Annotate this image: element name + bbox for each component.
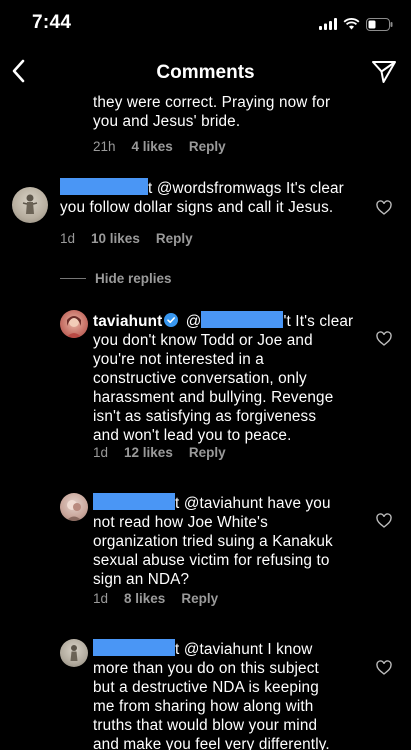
- comment-line: they were correct. Praying now for: [93, 94, 331, 111]
- hide-replies-button[interactable]: Hide replies: [60, 271, 172, 286]
- comment-line: truths that would blow your mind: [93, 717, 318, 734]
- comment-line: harassment and bullying. Revenge: [93, 389, 334, 406]
- comment-line: you follow dollar signs and call it Jesu…: [60, 199, 334, 216]
- comment-line: you and Jesus' bride.: [93, 113, 241, 130]
- comment-text: t @taviahunt I know more than you do on …: [93, 639, 383, 750]
- comment-line: more than you do on this subject: [93, 660, 319, 677]
- status-bar: 7:44: [0, 0, 411, 48]
- reply-button[interactable]: Reply: [156, 231, 193, 246]
- person-silhouette-icon: [22, 194, 38, 214]
- signal-icon: [319, 18, 337, 30]
- status-icons: [319, 16, 393, 32]
- comment-text: taviahunt @ 't It's clear you don't know …: [93, 311, 383, 445]
- redacted-username: [201, 311, 284, 328]
- status-time: 7:44: [32, 12, 72, 33]
- heart-outline-icon[interactable]: [376, 200, 392, 216]
- hide-replies-label: Hide replies: [95, 271, 172, 286]
- heart-outline-icon[interactable]: [376, 660, 392, 676]
- username-suffix: t: [175, 641, 180, 658]
- comment-line: you don't know Todd or Joe and: [93, 332, 313, 349]
- comment-likes[interactable]: 12 likes: [124, 445, 173, 460]
- person-silhouette-icon: [70, 645, 78, 661]
- reply-button[interactable]: Reply: [189, 445, 226, 460]
- avatar[interactable]: [60, 493, 88, 521]
- comment-time: 1d: [93, 591, 109, 606]
- comment-meta: 1d 12 likes Reply: [93, 445, 242, 460]
- redacted-username: [60, 178, 148, 195]
- navigation-bar: Comments: [0, 48, 411, 96]
- paper-plane-icon[interactable]: [370, 58, 398, 86]
- comment-line: but a destructive NDA is keeping: [93, 679, 319, 696]
- mention-prefix: @: [185, 313, 202, 330]
- comment-time: 21h: [93, 139, 116, 154]
- username-suffix: t: [148, 180, 153, 197]
- verified-badge-icon: [164, 313, 179, 327]
- comment-meta: 1d 10 likes Reply: [60, 231, 209, 246]
- comment-line: taviahunt @ 't It's clear: [93, 311, 383, 331]
- comment-line: and won't lead you to peace.: [93, 427, 292, 444]
- comment-text: they were correct. Praying now for you a…: [93, 93, 393, 131]
- comment-likes[interactable]: 8 likes: [124, 591, 165, 606]
- redacted-username: [93, 493, 175, 510]
- heart-outline-icon[interactable]: [376, 513, 392, 529]
- comment-line: t @taviahunt have you: [93, 493, 383, 513]
- heart-outline-icon[interactable]: [376, 331, 392, 347]
- divider: [60, 278, 86, 279]
- comment-text: t @wordsfromwags It's clear you follow d…: [60, 178, 378, 217]
- comment-time: 1d: [60, 231, 76, 246]
- comment-meta: 21h 4 likes Reply: [93, 139, 242, 154]
- profile-photo-icon: [66, 316, 82, 338]
- comment-text: t @taviahunt have you not read how Joe W…: [93, 493, 383, 589]
- comment-line: sign an NDA?: [93, 571, 190, 588]
- comment-first-line: @taviahunt have you: [183, 495, 331, 512]
- comment-line: constructive conversation, only: [93, 370, 307, 387]
- comment-line: and make you feel very differently.: [93, 736, 330, 750]
- comment-line: t @taviahunt I know: [93, 639, 383, 659]
- battery-icon: [366, 17, 393, 31]
- comment-likes[interactable]: 10 likes: [91, 231, 140, 246]
- page-title: Comments: [156, 62, 255, 83]
- comment-likes[interactable]: 4 likes: [132, 139, 173, 154]
- profile-photo-icon: [66, 500, 82, 521]
- comment-line: t @wordsfromwags It's clear: [60, 178, 378, 198]
- comments-feed[interactable]: they were correct. Praying now for you a…: [0, 92, 411, 750]
- avatar[interactable]: [60, 310, 88, 338]
- comment-line: sexual abuse victim for refusing to: [93, 552, 330, 569]
- comment-line: me from sharing how along with: [93, 698, 314, 715]
- wifi-icon: [343, 18, 360, 30]
- comment-line: not read how Joe White's: [93, 514, 268, 531]
- comment-time: 1d: [93, 445, 109, 460]
- username-suffix: t: [175, 495, 180, 512]
- comment-line: organization tried suing a Kanakuk: [93, 533, 333, 550]
- comment-first-line: @taviahunt I know: [183, 641, 313, 658]
- comment-meta: 1d 8 likes Reply: [93, 591, 234, 606]
- comment-first-line: @wordsfromwags It's clear: [156, 180, 344, 197]
- reply-button[interactable]: Reply: [181, 591, 218, 606]
- comment-first-line: 't It's clear: [283, 313, 354, 330]
- username[interactable]: taviahunt: [93, 313, 162, 330]
- reply-button[interactable]: Reply: [189, 139, 226, 154]
- redacted-username: [93, 639, 175, 656]
- avatar[interactable]: [12, 187, 48, 223]
- avatar[interactable]: [60, 639, 88, 667]
- comment-line: you're not interested in a: [93, 351, 264, 368]
- comment-line: isn't as satisfying as forgiveness: [93, 408, 317, 425]
